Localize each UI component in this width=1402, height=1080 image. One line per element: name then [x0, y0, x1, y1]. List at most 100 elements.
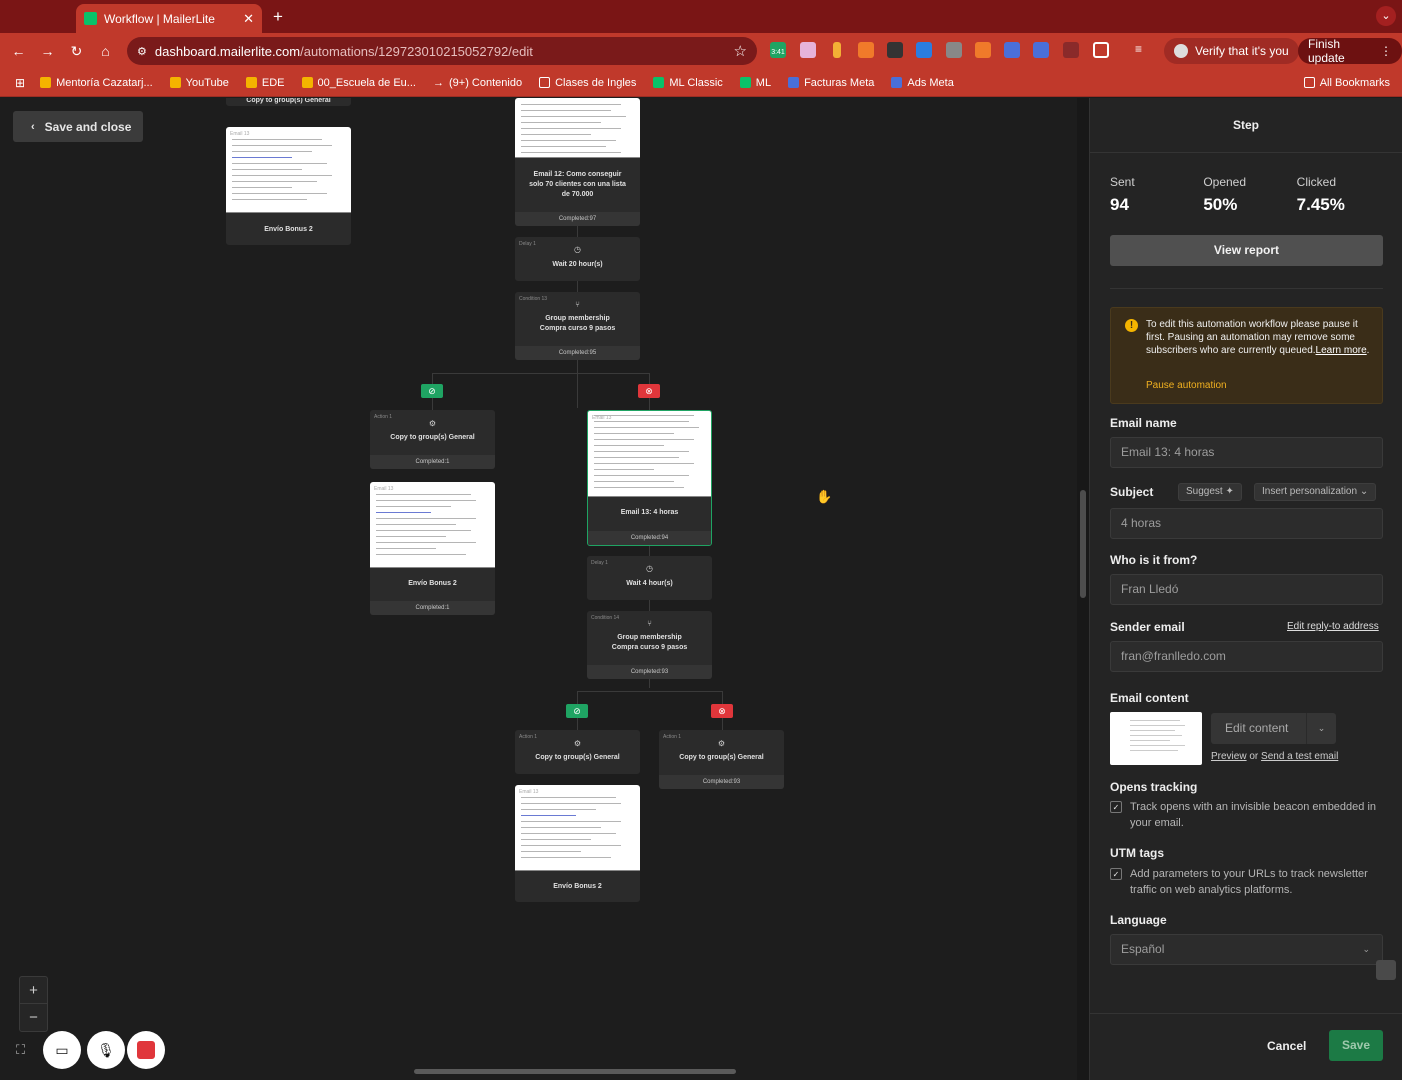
zoom-in-icon[interactable]: + — [20, 977, 47, 1004]
utm-tags-label: UTM tags — [1110, 846, 1164, 860]
extension-icon[interactable] — [887, 42, 903, 58]
email-content-thumbnail[interactable] — [1110, 712, 1202, 765]
vertical-scrollbar[interactable] — [1080, 490, 1086, 598]
action-node[interactable]: Action 1 ⚙ Copy to group(s) General — [515, 730, 640, 774]
workflow-canvas[interactable]: ‹ Save and close Copy to group(s) Genera… — [0, 98, 1088, 1080]
bookmark-item[interactable]: ML Classic — [653, 77, 723, 89]
bookmark-item[interactable]: → (9+) Contenido — [433, 77, 522, 90]
all-bookmarks[interactable]: All Bookmarks — [1303, 76, 1390, 89]
bookmark-item[interactable]: Ads Meta — [891, 77, 954, 89]
extension-icon[interactable] — [1033, 42, 1049, 58]
more-menu-icon[interactable]: ⋮ — [1380, 44, 1392, 58]
condition-node[interactable]: Condition 13 ⑂ Group membership Compra c… — [515, 292, 640, 360]
fit-view-icon[interactable]: ⛶ — [16, 1042, 25, 1058]
bookmark-item[interactable]: 00_Escuela de Eu... — [301, 77, 416, 89]
email-node[interactable]: Email 13 Envío Bonus 2 — [226, 127, 351, 245]
microphone-icon[interactable]: 🎙 — [87, 1031, 125, 1069]
suggest-button[interactable]: Suggest ✦ — [1178, 483, 1242, 501]
horizontal-scrollbar[interactable] — [414, 1069, 736, 1074]
preview-link[interactable]: Preview — [1211, 751, 1247, 762]
extension-icon[interactable] — [1004, 42, 1020, 58]
subject-field[interactable]: 4 horas — [1110, 508, 1383, 539]
bookmark-label: Mentoría Cazatarj... — [56, 76, 153, 89]
save-and-close-button[interactable]: ‹ Save and close — [13, 111, 143, 142]
language-select[interactable]: Español ⌄ — [1110, 934, 1383, 965]
bookmark-star-icon[interactable]: ☆ — [734, 42, 747, 60]
stat-value: 7.45% — [1296, 195, 1345, 214]
extensions-puzzle-icon[interactable] — [1093, 42, 1109, 58]
edit-content-button[interactable]: Edit content ⌄ — [1211, 713, 1336, 744]
node-label: Email 13 — [374, 486, 394, 492]
assistant-widget-icon[interactable] — [1376, 960, 1396, 980]
media-control-icon[interactable]: ≡ — [1135, 42, 1151, 58]
preview-links: Preview or Send a test email — [1211, 751, 1338, 762]
close-tab-icon[interactable]: ✕ — [243, 11, 254, 27]
opens-tracking-checkbox[interactable]: ✓ — [1110, 801, 1122, 813]
from-name-field[interactable]: Fran Lledó — [1110, 574, 1383, 605]
new-tab-icon[interactable]: + — [273, 7, 283, 27]
reload-icon[interactable]: ↻ — [62, 43, 91, 60]
bookmark-item[interactable]: Mentoría Cazatarj... — [40, 77, 153, 89]
camera-icon[interactable]: ▭ — [43, 1031, 81, 1069]
calendar-extension-icon[interactable]: 3:41 — [770, 42, 786, 58]
home-icon[interactable]: ⌂ — [91, 43, 120, 59]
delay-node[interactable]: Delay 1 ◷ Wait 20 hour(s) — [515, 237, 640, 281]
chevron-down-icon[interactable]: ⌄ — [1306, 713, 1336, 744]
email-name-field[interactable]: Email 13: 4 horas — [1110, 437, 1383, 468]
extension-icon[interactable] — [833, 42, 841, 58]
cancel-button[interactable]: Cancel — [1267, 1039, 1306, 1053]
view-report-button[interactable]: View report — [1110, 235, 1383, 266]
send-test-email-link[interactable]: Send a test email — [1261, 751, 1338, 762]
email-content-label: Email content — [1110, 691, 1189, 705]
bookmark-item[interactable]: ML — [739, 77, 771, 89]
extension-icon[interactable] — [1063, 42, 1079, 58]
learn-more-link[interactable]: Learn more — [1316, 345, 1367, 356]
email-thumbnail: Email 13 — [226, 127, 351, 213]
action-node[interactable]: Copy to group(s) General — [226, 98, 351, 106]
address-bar[interactable]: ⚙ dashboard.mailerlite.com/automations/1… — [127, 37, 757, 65]
condition-node[interactable]: Condition 14 ⑂ Group membership Compra c… — [587, 611, 712, 679]
no-branch-icon: ⊗ — [638, 384, 660, 398]
bookmark-item[interactable]: Clases de Ingles — [539, 77, 636, 89]
edit-reply-to-link[interactable]: Edit reply-to address — [1287, 621, 1379, 632]
extension-icon[interactable] — [946, 42, 962, 58]
browser-tab[interactable]: Workflow | MailerLite ✕ — [76, 4, 262, 33]
panel-footer: Cancel Save — [1090, 1013, 1402, 1080]
site-info-icon[interactable]: ⚙ — [137, 45, 147, 58]
zoom-out-icon[interactable]: − — [20, 1004, 47, 1031]
email-node[interactable]: Email 13 Envío Bonus 2 Completed:1 — [370, 482, 495, 615]
extension-icon[interactable] — [800, 42, 816, 58]
drive-icon — [169, 77, 181, 88]
bookmark-label: All Bookmarks — [1319, 76, 1390, 89]
extension-icon[interactable] — [858, 42, 874, 58]
bookmark-item[interactable]: YouTube — [169, 77, 229, 89]
tab-search-chevron-icon[interactable]: ⌄ — [1376, 6, 1396, 26]
back-icon[interactable]: ← — [4, 43, 33, 59]
meta-icon — [788, 77, 800, 88]
grab-cursor-icon: ✋ — [816, 489, 833, 504]
bookmark-item[interactable]: EDE — [245, 77, 285, 89]
action-node[interactable]: Action 1 ⚙ Copy to group(s) General Comp… — [659, 730, 784, 789]
extension-icon[interactable] — [916, 42, 932, 58]
email-thumbnail: Email 13 — [588, 411, 711, 497]
stat-value: 94 — [1110, 195, 1129, 214]
stat-label: Opened — [1203, 175, 1247, 189]
email-node-selected[interactable]: Email 13 Email 13: 4 horas Completed:94 — [587, 410, 712, 546]
pause-automation-link[interactable]: Pause automation — [1146, 380, 1227, 391]
stop-recording-button[interactable] — [127, 1031, 165, 1069]
email-node[interactable]: Email 13 Envío Bonus 2 — [515, 785, 640, 902]
forward-icon[interactable]: → — [33, 43, 62, 59]
delay-node[interactable]: Delay 1 ◷ Wait 4 hour(s) — [587, 556, 712, 600]
action-node[interactable]: Action 1 ⚙ Copy to group(s) General Comp… — [370, 410, 495, 469]
insert-personalization-button[interactable]: Insert personalization ⌄ — [1254, 483, 1377, 501]
apps-grid-icon[interactable]: ⊞ — [15, 76, 25, 90]
sender-email-field[interactable]: fran@franlledo.com — [1110, 641, 1383, 672]
bookmark-item[interactable]: Facturas Meta — [788, 77, 874, 89]
finish-update-button[interactable]: Finish update ⋮ — [1298, 37, 1402, 65]
email-node[interactable]: Email 12: Como conseguir solo 70 cliente… — [515, 98, 640, 226]
yes-branch-icon: ⊘ — [421, 384, 443, 398]
utm-tags-checkbox[interactable]: ✓ — [1110, 868, 1122, 880]
verify-identity-button[interactable]: Verify that it's you — [1164, 38, 1299, 64]
save-button[interactable]: Save — [1329, 1030, 1383, 1061]
extension-icon[interactable] — [975, 42, 991, 58]
